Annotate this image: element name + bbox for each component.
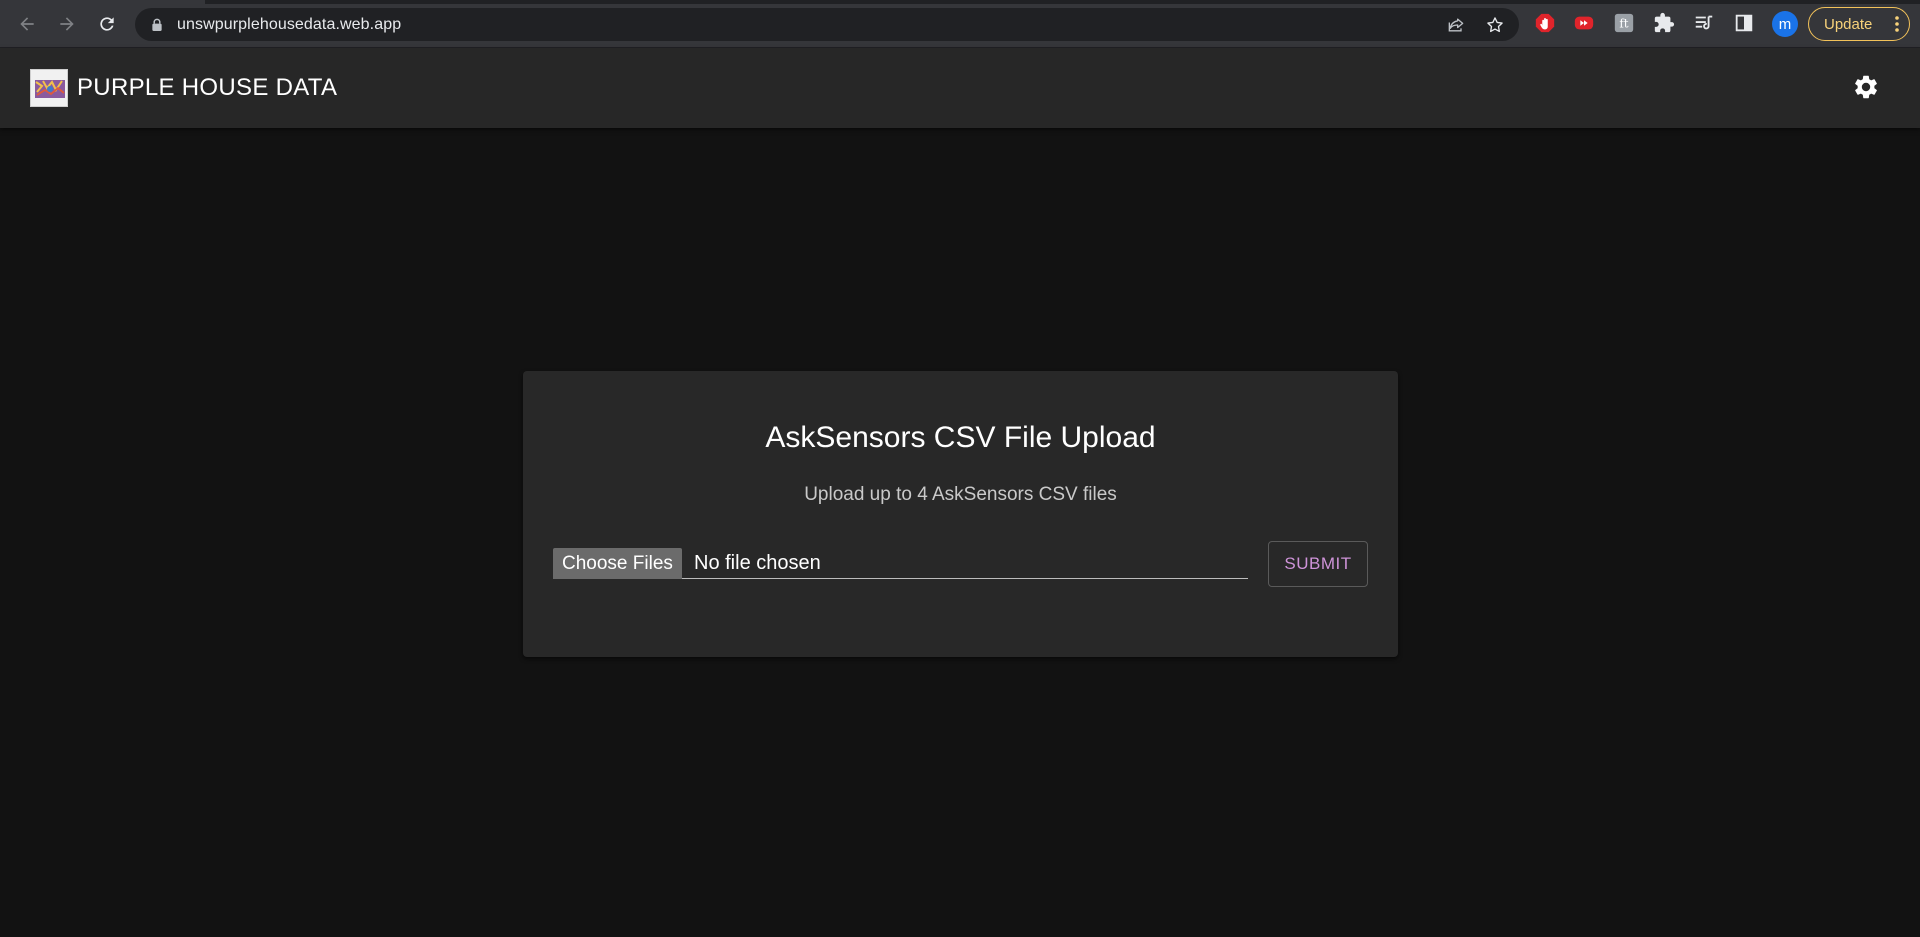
- file-status-text: No file chosen: [694, 552, 821, 574]
- reload-button[interactable]: [93, 10, 121, 38]
- upload-card: AskSensors CSV File Upload Upload up to …: [523, 371, 1398, 657]
- address-bar[interactable]: unswpurplehousedata.web.app: [135, 8, 1519, 41]
- forward-button[interactable]: [53, 10, 81, 38]
- profile-avatar[interactable]: m: [1772, 11, 1798, 37]
- extensions-puzzle-icon[interactable]: [1652, 11, 1676, 35]
- side-panel-icon[interactable]: [1732, 11, 1756, 35]
- adblock-extension-icon[interactable]: [1533, 11, 1557, 35]
- active-tab-indicator: [0, 0, 205, 4]
- bookmark-star-icon[interactable]: [1484, 14, 1506, 36]
- back-button[interactable]: [13, 10, 41, 38]
- svg-text:ft: ft: [1619, 17, 1628, 31]
- card-title: AskSensors CSV File Upload: [765, 421, 1156, 454]
- forward-arrow-icon: [60, 17, 74, 31]
- youtube-extension-icon[interactable]: [1572, 11, 1596, 35]
- reload-icon: [100, 17, 114, 31]
- file-input[interactable]: Choose Files No file chosen: [553, 547, 1248, 579]
- app-header: PURPLE HOUSE DATA: [0, 48, 1920, 128]
- tab-strip: [0, 0, 1920, 4]
- settings-button[interactable]: [1851, 72, 1881, 102]
- app-logo: [30, 69, 68, 107]
- font-extension-icon[interactable]: ft: [1612, 11, 1636, 35]
- card-subtitle: Upload up to 4 AskSensors CSV files: [804, 484, 1117, 505]
- reading-list-icon[interactable]: [1692, 11, 1716, 35]
- app-title: PURPLE HOUSE DATA: [77, 74, 338, 101]
- gear-icon: [1855, 75, 1877, 99]
- share-icon[interactable]: [1445, 14, 1467, 36]
- submit-button[interactable]: SUBMIT: [1268, 541, 1368, 587]
- choose-files-button[interactable]: Choose Files: [553, 548, 682, 579]
- browser-toolbar: unswpurplehousedata.web.app ft m Update: [0, 0, 1920, 48]
- more-menu-icon: [1895, 16, 1899, 32]
- update-button-label: Update: [1824, 15, 1873, 33]
- update-button[interactable]: Update: [1808, 7, 1910, 41]
- url-text[interactable]: unswpurplehousedata.web.app: [177, 16, 401, 34]
- back-arrow-icon: [20, 17, 34, 31]
- lock-icon: [152, 18, 162, 31]
